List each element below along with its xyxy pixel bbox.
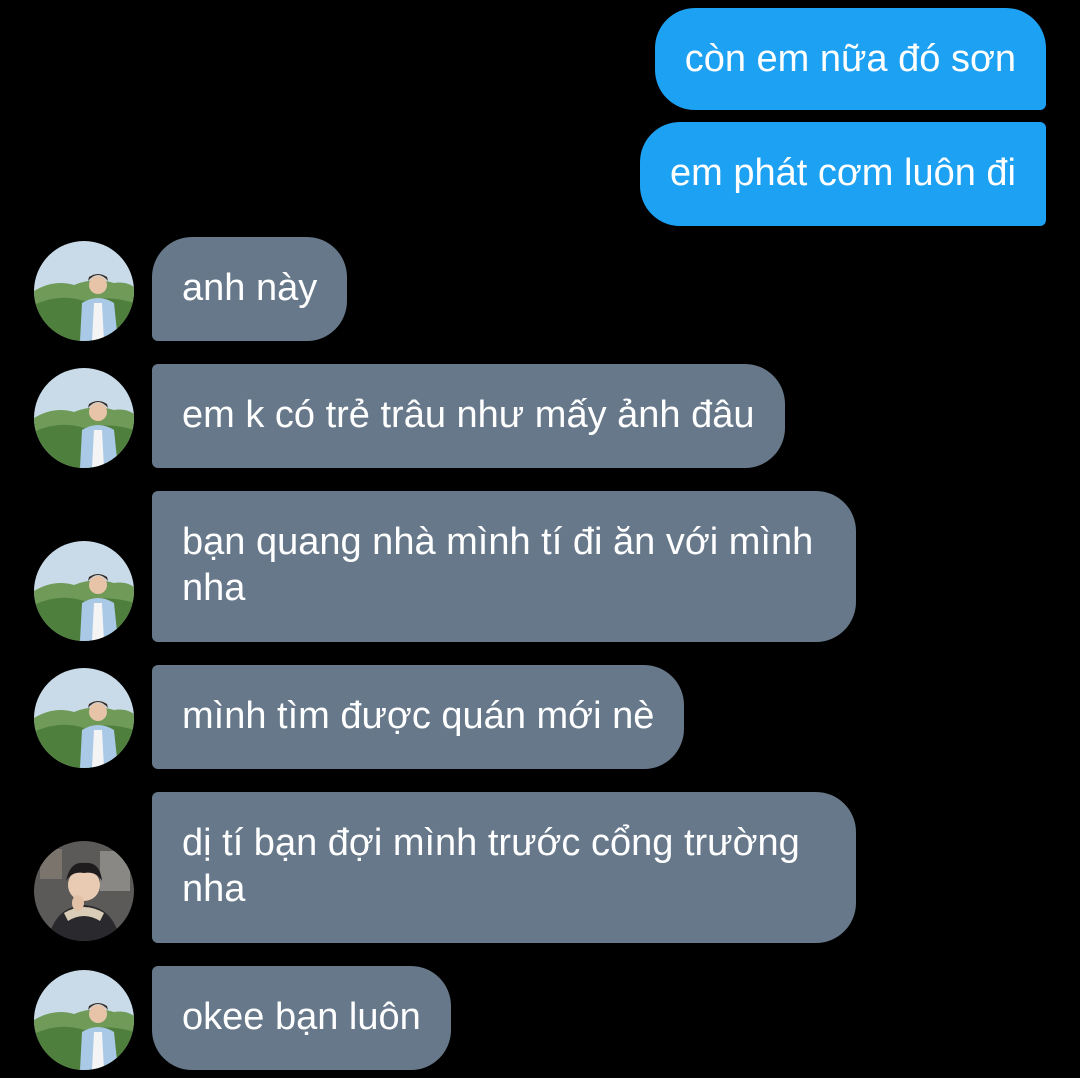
contact-avatar[interactable]	[34, 668, 134, 768]
contact-avatar[interactable]	[34, 241, 134, 341]
message-bubble-incoming[interactable]: mình tìm được quán mới nè	[152, 665, 685, 769]
message-bubble-incoming[interactable]: em k có trẻ trâu như mấy ảnh đâu	[152, 364, 785, 468]
message-text: dị tí bạn đợi mình trước cổng trường nha	[182, 822, 800, 910]
landscape-boy-avatar-icon	[34, 668, 134, 768]
message-text: anh này	[182, 267, 318, 309]
message-text: mình tìm được quán mới nè	[182, 695, 655, 737]
contact-avatar[interactable]	[34, 841, 134, 941]
contact-avatar[interactable]	[34, 541, 134, 641]
message-text: em phát cơm luôn đi	[670, 152, 1016, 194]
landscape-boy-avatar-icon	[34, 241, 134, 341]
message-text: bạn quang nhà mình tí đi ăn với mình nha	[182, 521, 814, 609]
message-bubble-incoming[interactable]: anh này	[152, 237, 348, 341]
landscape-boy-avatar-icon	[34, 970, 134, 1070]
message-text: em k có trẻ trâu như mấy ảnh đâu	[182, 394, 755, 436]
message-bubble-incoming[interactable]: bạn quang nhà mình tí đi ăn với mình nha	[152, 491, 856, 642]
message-bubble-outgoing[interactable]: em phát cơm luôn đi	[640, 122, 1046, 226]
landscape-boy-avatar-icon	[34, 368, 134, 468]
indoor-boy-avatar-icon	[34, 841, 134, 941]
message-bubble-outgoing[interactable]: còn em nữa đó sơn	[654, 8, 1046, 110]
message-text: okee bạn luôn	[182, 996, 421, 1038]
message-text: còn em nữa đó sơn	[684, 38, 1016, 80]
message-bubble-incoming[interactable]: okee bạn luôn	[152, 966, 451, 1070]
contact-avatar[interactable]	[34, 970, 134, 1070]
contact-avatar[interactable]	[34, 368, 134, 468]
landscape-boy-avatar-icon	[34, 541, 134, 641]
message-bubble-incoming[interactable]: dị tí bạn đợi mình trước cổng trường nha	[152, 792, 856, 943]
